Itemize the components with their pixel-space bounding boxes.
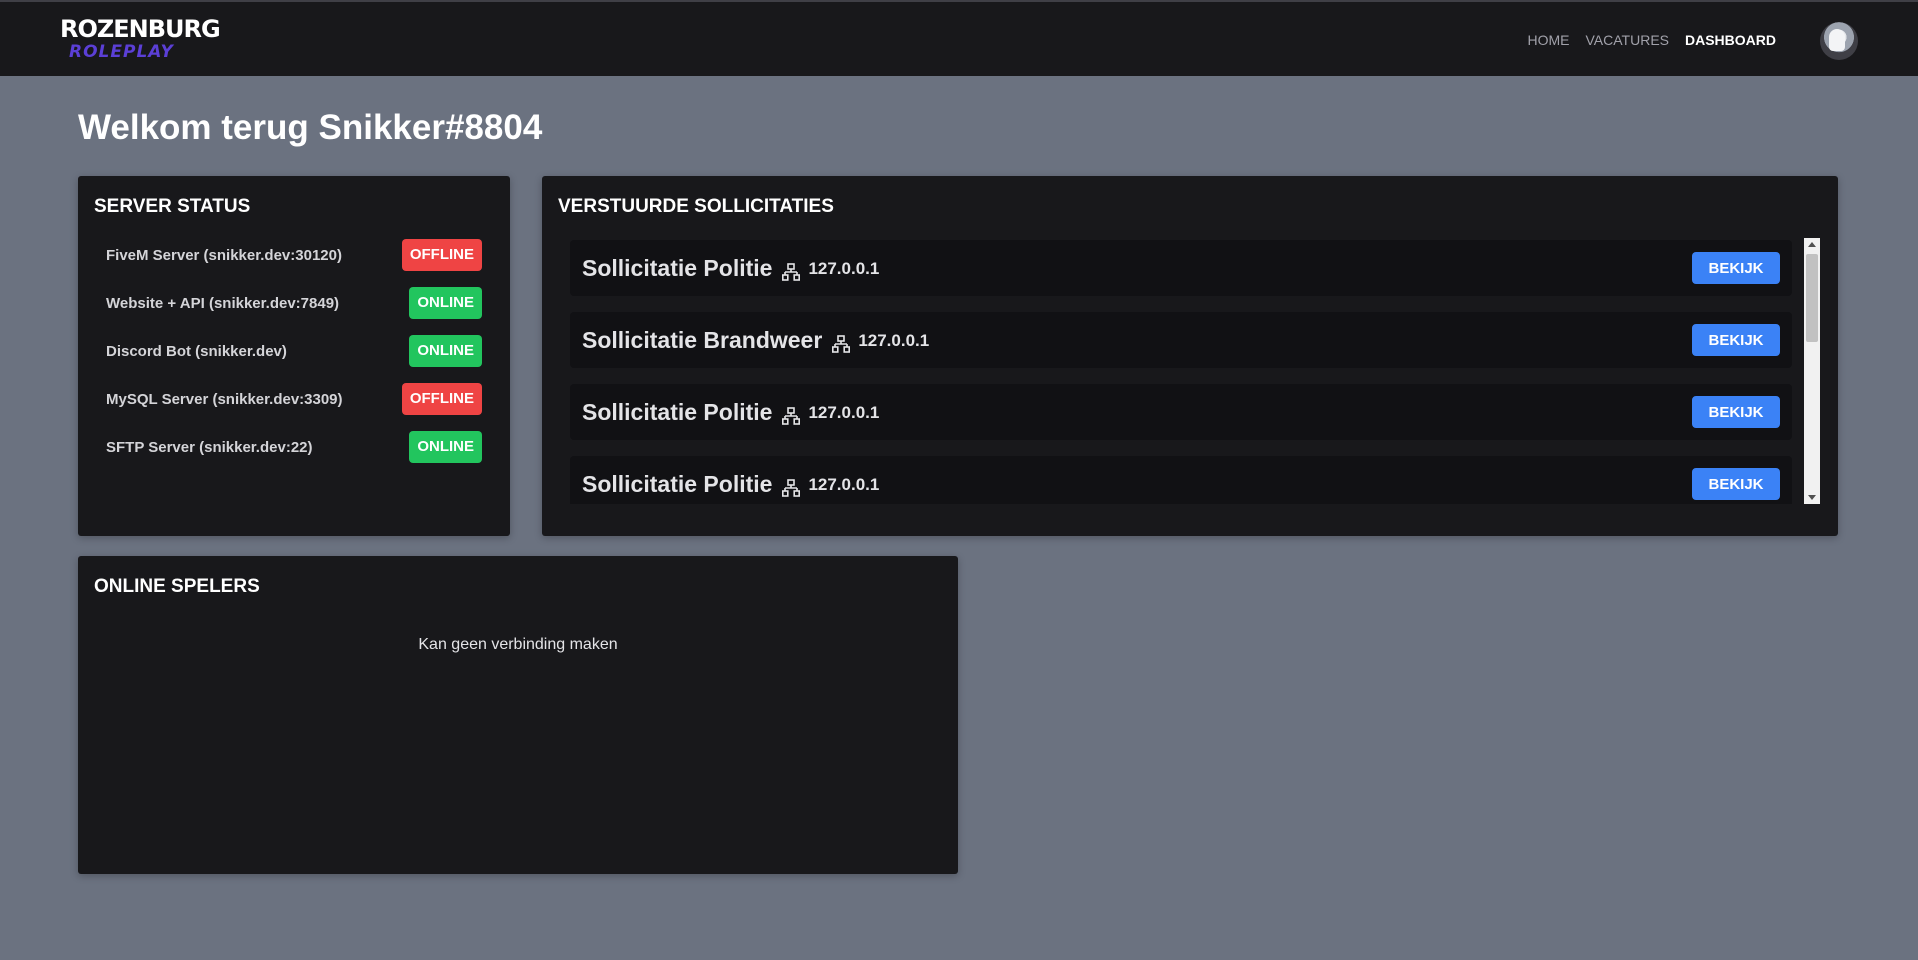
bekijk-button[interactable]: BEKIJK xyxy=(1692,324,1780,356)
status-row-website: Website + API (snikker.dev:7849) ONLINE xyxy=(106,286,482,320)
applications-list[interactable]: Sollicitatie Politie 127.0.0.1 BEKIJK So… xyxy=(570,238,1806,504)
bekijk-button[interactable]: BEKIJK xyxy=(1692,468,1780,500)
status-label: MySQL Server (snikker.dev:3309) xyxy=(106,390,343,408)
applications-panel: VERSTUURDE SOLLICITATIES Sollicitatie Po… xyxy=(542,176,1838,536)
status-label: Website + API (snikker.dev:7849) xyxy=(106,294,340,312)
application-title: Sollicitatie Brandweer xyxy=(582,327,823,353)
network-icon xyxy=(832,332,851,353)
scroll-up-arrow-icon[interactable] xyxy=(1804,238,1820,252)
scrollbar-thumb[interactable] xyxy=(1806,254,1818,342)
application-title: Sollicitatie Politie xyxy=(582,399,773,425)
applications-scrollbar[interactable] xyxy=(1804,238,1820,504)
server-status-title: SERVER STATUS xyxy=(94,196,251,217)
status-row-sftp: SFTP Server (snikker.dev:22) ONLINE xyxy=(106,430,482,464)
status-badge: ONLINE xyxy=(409,335,482,367)
application-title: Sollicitatie Politie xyxy=(582,471,773,497)
status-label: SFTP Server (snikker.dev:22) xyxy=(106,438,313,456)
online-players-panel: ONLINE SPELERS Kan geen verbinding maken xyxy=(78,556,958,874)
application-item: Sollicitatie Politie 127.0.0.1 BEKIJK xyxy=(570,240,1792,296)
nav-dashboard[interactable]: DASHBOARD xyxy=(1685,32,1776,48)
brand-name-top: ROZENBURG xyxy=(60,15,221,43)
application-item: Sollicitatie Politie 127.0.0.1 BEKIJK xyxy=(570,384,1792,440)
connection-error-message: Kan geen verbinding maken xyxy=(418,636,618,653)
network-icon xyxy=(782,260,801,281)
status-label: FiveM Server (snikker.dev:30120) xyxy=(106,246,342,264)
application-ip: 127.0.0.1 xyxy=(808,402,880,422)
online-players-title: ONLINE SPELERS xyxy=(94,576,260,597)
scroll-down-arrow-icon[interactable] xyxy=(1804,490,1820,504)
network-icon xyxy=(782,404,801,425)
status-badge: OFFLINE xyxy=(401,239,482,271)
status-row-fivem: FiveM Server (snikker.dev:30120) OFFLINE xyxy=(106,238,482,272)
server-status-panel: SERVER STATUS FiveM Server (snikker.dev:… xyxy=(78,176,510,536)
application-ip: 127.0.0.1 xyxy=(808,474,880,494)
welcome-heading: Welkom terug Snikker#8804 xyxy=(78,108,543,147)
main-nav: HOME VACATURES DASHBOARD xyxy=(1528,32,1777,48)
brand-name-bottom: ROLEPLAY xyxy=(69,42,174,62)
brand-logo[interactable]: ROZENBURG ROLEPLAY xyxy=(60,15,221,64)
application-item: Sollicitatie Politie 127.0.0.1 BEKIJK xyxy=(570,456,1792,504)
bekijk-button[interactable]: BEKIJK xyxy=(1692,396,1780,428)
status-badge: ONLINE xyxy=(409,287,482,319)
applications-title: VERSTUURDE SOLLICITATIES xyxy=(558,196,834,217)
application-ip: 127.0.0.1 xyxy=(808,258,880,278)
application-item: Sollicitatie Brandweer 127.0.0.1 BEKIJK xyxy=(570,312,1792,368)
user-avatar-icon[interactable] xyxy=(1820,22,1858,60)
network-icon xyxy=(782,476,801,497)
status-badge: ONLINE xyxy=(409,431,482,463)
top-navbar: ROZENBURG ROLEPLAY HOME VACATURES DASHBO… xyxy=(0,0,1918,76)
application-ip: 127.0.0.1 xyxy=(858,330,930,350)
nav-vacatures[interactable]: VACATURES xyxy=(1586,32,1670,48)
nav-home[interactable]: HOME xyxy=(1528,32,1570,48)
status-row-mysql: MySQL Server (snikker.dev:3309) OFFLINE xyxy=(106,382,482,416)
bekijk-button[interactable]: BEKIJK xyxy=(1692,252,1780,284)
status-row-discord: Discord Bot (snikker.dev) ONLINE xyxy=(106,334,482,368)
status-label: Discord Bot (snikker.dev) xyxy=(106,342,287,360)
status-badge: OFFLINE xyxy=(401,383,482,415)
application-title: Sollicitatie Politie xyxy=(582,255,773,281)
